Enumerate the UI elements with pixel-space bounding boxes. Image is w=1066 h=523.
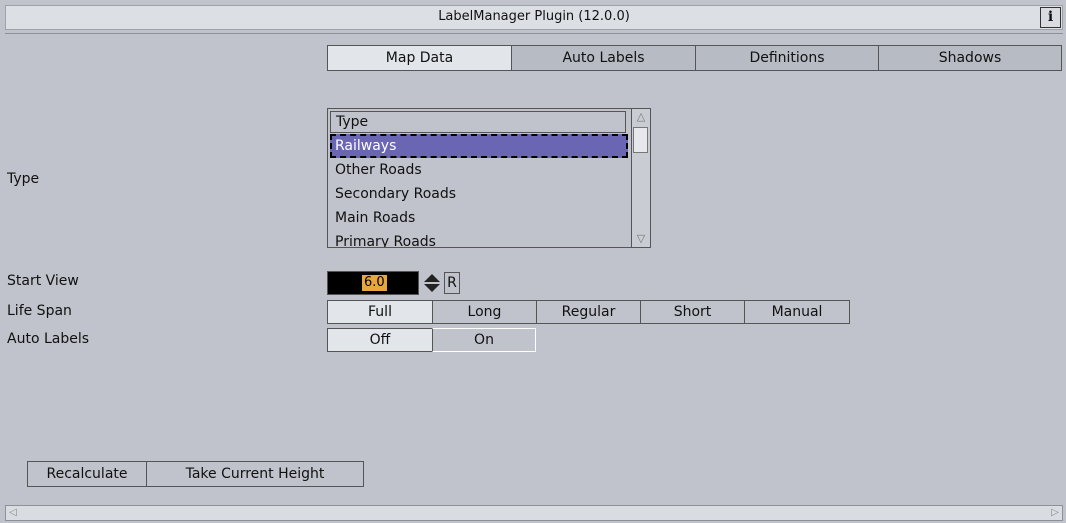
auto-labels-label: Auto Labels (7, 331, 90, 347)
spin-down-icon[interactable] (424, 284, 440, 292)
auto-labels-group: Off On (327, 328, 536, 352)
window-titlebar: LabelManager Plugin (12.0.0) i (5, 5, 1063, 30)
type-label: Type (7, 171, 40, 187)
tab-map-data[interactable]: Map Data (327, 45, 511, 71)
list-item-main-roads[interactable]: Main Roads (330, 206, 628, 230)
take-current-height-button[interactable]: Take Current Height (146, 461, 364, 487)
list-item-secondary-roads[interactable]: Secondary Roads (330, 182, 628, 206)
life-span-label: Life Span (7, 303, 72, 319)
life-span-manual-button[interactable]: Manual (744, 300, 850, 324)
info-button[interactable]: i (1040, 7, 1061, 28)
list-item-other-roads[interactable]: Other Roads (330, 158, 628, 182)
start-view-input[interactable]: 6.0 (327, 271, 419, 295)
spin-up-icon[interactable] (424, 274, 440, 282)
horizontal-scrollbar[interactable]: ◁ ▷ (5, 505, 1063, 521)
life-span-long-button[interactable]: Long (432, 300, 536, 324)
recalculate-button[interactable]: Recalculate (27, 461, 147, 487)
tab-shadows[interactable]: Shadows (878, 45, 1062, 71)
scroll-left-icon[interactable]: ◁ (6, 506, 20, 520)
reset-button[interactable]: R (444, 272, 460, 294)
tab-auto-labels[interactable]: Auto Labels (511, 45, 695, 71)
list-scrollbar[interactable]: △ ▽ (631, 109, 650, 247)
life-span-full-button[interactable]: Full (327, 300, 432, 324)
type-list: Railways Other Roads Secondary Roads Mai… (330, 134, 628, 247)
life-span-short-button[interactable]: Short (640, 300, 744, 324)
type-listbox[interactable]: Type Railways Other Roads Secondary Road… (327, 108, 651, 248)
life-span-regular-button[interactable]: Regular (536, 300, 640, 324)
action-buttons: Recalculate Take Current Height (27, 461, 364, 487)
auto-labels-on-button[interactable]: On (432, 328, 536, 352)
tab-definitions[interactable]: Definitions (695, 45, 878, 71)
window-title: LabelManager Plugin (12.0.0) (438, 9, 630, 24)
start-view-value: 6.0 (362, 275, 387, 291)
list-item-railways[interactable]: Railways (330, 134, 628, 158)
scroll-right-icon[interactable]: ▷ (1048, 506, 1062, 520)
divider (5, 33, 1063, 34)
auto-labels-off-button[interactable]: Off (327, 328, 432, 352)
tab-bar: Map Data Auto Labels Definitions Shadows (327, 45, 1062, 71)
list-item-primary-roads[interactable]: Primary Roads (330, 230, 628, 247)
scroll-up-icon[interactable]: △ (633, 109, 649, 125)
list-header: Type (330, 111, 626, 133)
start-view-spinner[interactable] (422, 272, 442, 294)
scroll-down-icon[interactable]: ▽ (633, 231, 649, 247)
scroll-thumb[interactable] (633, 127, 648, 153)
life-span-group: Full Long Regular Short Manual (327, 300, 850, 324)
start-view-label: Start View (7, 273, 79, 289)
